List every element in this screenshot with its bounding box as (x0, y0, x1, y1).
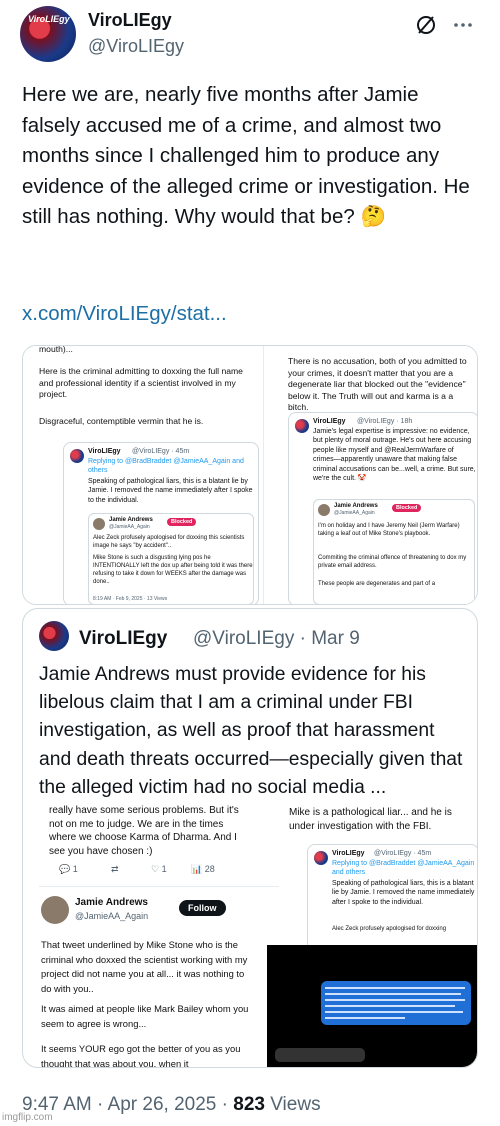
quoted-author-handle[interactable]: @ViroLIEgy · Mar 9 (193, 628, 360, 650)
quoted-tweet-text: Jamie Andrews must provide evidence for … (39, 664, 463, 798)
inner-timestamp: 8:19 AM · Feb 9, 2025 · 13 Views (93, 596, 168, 602)
views-count: 📊 28 (191, 864, 215, 874)
views-label: Views (264, 1094, 321, 1115)
watermark: imgflip.com (2, 1112, 53, 1123)
author-name[interactable]: ViroLIEgy (88, 10, 172, 31)
img-text: That tweet underlined by Mike Stone who … (41, 939, 248, 994)
inner-text: Mike Stone is such a disgusting lying po… (93, 555, 253, 585)
inner-text: Alec Zeck profusely apologised for doxxi… (93, 535, 245, 549)
img-text: There is no accusation, both of you admi… (288, 356, 467, 412)
jamie-name: Jamie Andrews (75, 897, 148, 908)
jamie-avatar (41, 896, 69, 924)
inner-text: Commiting the criminal offence of threat… (318, 555, 467, 569)
inner-text: These people are degenerates and part of… (318, 581, 436, 587)
card-reply: Replying to @BradBraddet @JamieAA_Again … (88, 458, 244, 475)
chat-reply-bubble (275, 1048, 365, 1062)
chat-text-line (325, 1017, 405, 1019)
image-grid[interactable]: mouth)... Here is the criminal admitting… (22, 345, 478, 605)
img-text: Mike is a pathological liar... and he is… (289, 807, 452, 832)
mini-avatar (314, 851, 328, 865)
card-name: ViroLIEgy (313, 418, 346, 425)
quoted-author-avatar[interactable] (39, 621, 69, 651)
card-name: ViroLIEgy (332, 850, 365, 857)
card-name: ViroLIEgy (88, 448, 121, 455)
inner-handle: @JamieAA_Again (334, 510, 375, 516)
chat-bubble (321, 981, 471, 1025)
grok-slash-icon[interactable] (413, 12, 439, 38)
embedded-tweet-card: ViroLIEgy @ViroLIEgy · 45m Replying to @… (63, 442, 259, 604)
divider (39, 886, 279, 887)
quoted-screenshot-left[interactable]: really have some serious problems. But i… (39, 804, 279, 1068)
blocked-badge: Blocked (392, 504, 422, 512)
screenshot-left[interactable]: mouth)... Here is the criminal admitting… (23, 345, 263, 604)
reply-count: 💬 1 (59, 864, 78, 874)
embedded-tweet-card: ViroLIEgy @ViroLIEgy · 18h Jamie's legal… (288, 412, 477, 604)
screenshot-right[interactable]: There is no accusation, both of you admi… (266, 346, 477, 604)
more-icon[interactable] (450, 12, 476, 38)
card-meta: @ViroLIEgy · 18h (357, 418, 413, 425)
jamie-avatar (318, 504, 330, 516)
card-text: Speaking of pathological liars, this is … (88, 478, 253, 504)
quoted-inner-card: Jamie Andrews @JamieAA_Again Blocked Ale… (88, 513, 254, 604)
card-meta: @ViroLIEgy · 45m (132, 448, 190, 455)
inner-text: I'm on holiday and I have Jeremy Neil (J… (318, 523, 460, 537)
img-text: It was aimed at people like Mark Bailey … (41, 1003, 249, 1029)
chat-text-line (325, 1005, 455, 1007)
img-text: really have some serious problems. But i… (49, 805, 239, 857)
chat-text-line (325, 987, 465, 989)
chat-text-line (325, 993, 461, 995)
tweet-text: Here we are, nearly five months after Ja… (22, 83, 470, 228)
timestamp[interactable]: 9:47 AM · Apr 26, 2025 · (22, 1094, 233, 1115)
inner-name: Jamie Andrews (334, 503, 378, 509)
avatar-logo-text: ViroLIEgy (28, 14, 70, 24)
mini-avatar (70, 449, 84, 463)
tweet-header: ViroLIEgy ViroLIEgy @ViroLIEgy (20, 6, 480, 62)
img-text: mouth)... (39, 345, 73, 354)
tweet-meta: 9:47 AM · Apr 26, 2025 · 823 Views (22, 1094, 321, 1116)
chat-text-line (325, 1011, 463, 1013)
follow-button: Follow (179, 900, 226, 916)
quoted-author-name[interactable]: ViroLIEgy (79, 628, 167, 650)
jamie-handle: @JamieAA_Again (75, 911, 149, 921)
retweet-icon: ⇄ (111, 864, 119, 874)
img-text: Disgraceful, contemptible vermin that he… (39, 416, 204, 426)
blocked-badge: Blocked (167, 518, 197, 526)
views-count: 823 (233, 1094, 265, 1115)
quoted-inner-card: Jamie Andrews @JamieAA_Again Blocked I'm… (313, 499, 475, 604)
quoted-tweet[interactable]: ViroLIEgy @ViroLIEgy · Mar 9 Jamie Andre… (22, 608, 478, 1068)
author-avatar[interactable]: ViroLIEgy (20, 6, 76, 62)
dark-chat-screenshot (267, 945, 477, 1067)
card-reply: Replying to @BradBraddet @JamieAA_Again … (332, 860, 475, 877)
inner-handle: @JamieAA_Again (109, 524, 150, 530)
card-inner-text: Alec Zeck profusely apologised for doxxi… (332, 926, 447, 932)
card-text: Jamie's legal expertise is impressive: n… (313, 428, 476, 483)
img-text: It seems YOUR ego got the better of you … (41, 1043, 241, 1068)
author-handle[interactable]: @ViroLIEgy (88, 36, 184, 57)
inner-name: Jamie Andrews (109, 517, 153, 523)
img-text: Here is the criminal admitting to doxxin… (39, 366, 243, 399)
like-count: ♡ 1 (151, 864, 167, 874)
jamie-avatar (93, 518, 105, 530)
chat-text-line (325, 999, 465, 1001)
card-meta: @ViroLIEgy · 45m (374, 850, 432, 857)
mini-avatar (295, 419, 309, 433)
card-text: Speaking of pathological liars, this is … (332, 880, 475, 906)
tweet-link[interactable]: x.com/ViroLIEgy/stat... (22, 302, 227, 326)
